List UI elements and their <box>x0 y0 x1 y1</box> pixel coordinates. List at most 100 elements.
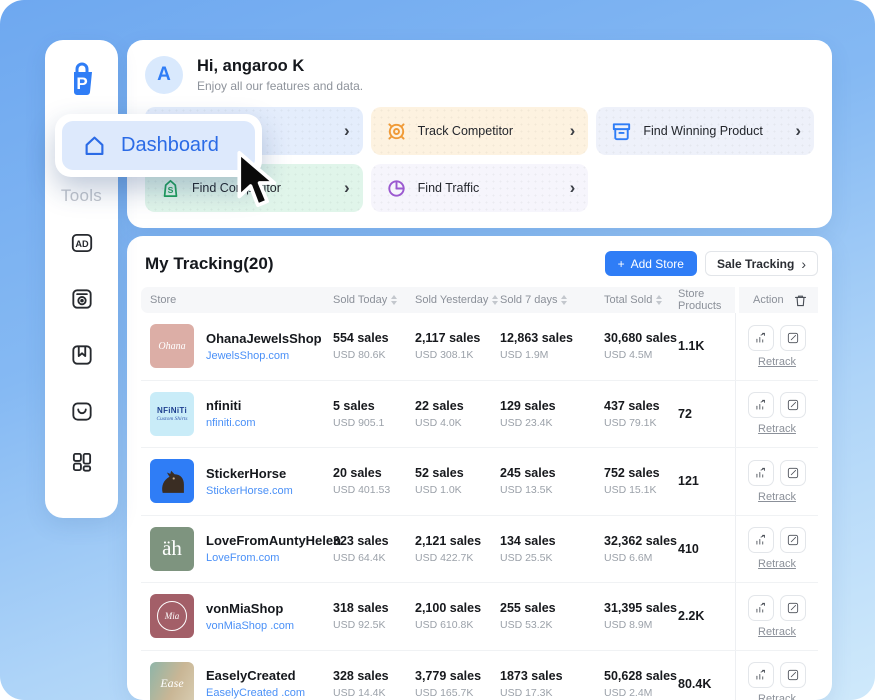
app-logo-icon[interactable]: P <box>59 56 105 107</box>
retrack-link[interactable]: Retrack <box>758 491 796 503</box>
edit-button[interactable] <box>780 595 806 621</box>
add-store-button[interactable]: + Add Store <box>605 251 697 276</box>
svg-text:S: S <box>168 184 174 194</box>
analytics-button[interactable] <box>748 527 774 553</box>
col-store-products[interactable]: Store Products <box>678 288 735 312</box>
shop-bag-icon <box>69 398 95 424</box>
trash-icon[interactable] <box>793 293 808 308</box>
pie-chart-icon <box>385 177 408 200</box>
edit-pencil-icon <box>786 601 800 615</box>
analytics-button[interactable] <box>748 662 774 688</box>
sold-today-value: 323 sales <box>333 534 415 548</box>
tracking-title: My Tracking(20) <box>145 254 274 274</box>
sidebar-item-store[interactable] <box>67 396 97 426</box>
sold-today-usd: USD 92.5K <box>333 619 415 631</box>
table-row: äh LoveFromAuntyHelen LoveFrom.com 323 s… <box>141 516 818 584</box>
store-domain-link[interactable]: JewelsShop.com <box>206 350 322 362</box>
store-products-value: 72 <box>678 407 735 421</box>
card-label: Find Traffic <box>418 181 480 195</box>
sold-yesterday-usd: USD 1.0K <box>415 484 500 496</box>
sold-7days-usd: USD 1.9M <box>500 349 604 361</box>
edit-button[interactable] <box>780 460 806 486</box>
store-domain-link[interactable]: vonMiaShop .com <box>206 620 294 632</box>
sold-today-usd: USD 905.1 <box>333 417 415 429</box>
chevron-right-icon: › <box>795 121 801 141</box>
store-products-value: 2.2K <box>678 609 735 623</box>
sold-today-usd: USD 80.6K <box>333 349 415 361</box>
store-name: EaselyCreated <box>206 668 305 683</box>
chart-bars-icon <box>754 398 768 412</box>
retrack-link[interactable]: Retrack <box>758 693 796 700</box>
store-logo <box>150 459 194 503</box>
sold-today-usd: USD 14.4K <box>333 687 415 699</box>
col-total-sold[interactable]: Total Sold <box>604 294 678 306</box>
card-track-competitor[interactable]: Track Competitor › <box>371 107 589 155</box>
chevron-right-icon: › <box>801 256 806 272</box>
analytics-button[interactable] <box>748 392 774 418</box>
total-sold-value: 437 sales <box>604 399 678 413</box>
analytics-button[interactable] <box>748 460 774 486</box>
store-domain-link[interactable]: LoveFrom.com <box>206 552 341 564</box>
sort-icon[interactable] <box>391 295 397 305</box>
total-sold-value: 32,362 sales <box>604 534 678 548</box>
sort-icon[interactable] <box>561 295 567 305</box>
sold-7days-value: 12,863 sales <box>500 331 604 345</box>
store-name: vonMiaShop <box>206 601 294 616</box>
store-domain-link[interactable]: nfiniti.com <box>206 417 256 429</box>
edit-button[interactable] <box>780 527 806 553</box>
ad-badge-icon: AD <box>75 239 89 249</box>
sold-yesterday-value: 2,100 sales <box>415 601 500 615</box>
sold-today-value: 20 sales <box>333 466 415 480</box>
card-find-winning-product[interactable]: Find Winning Product › <box>596 107 814 155</box>
sold-today-usd: USD 64.4K <box>333 552 415 564</box>
sold-yesterday-usd: USD 4.0K <box>415 417 500 429</box>
store-domain-link[interactable]: StickerHorse.com <box>206 485 293 497</box>
target-icon <box>385 120 408 143</box>
sort-icon[interactable] <box>656 295 662 305</box>
total-sold-value: 30,680 sales <box>604 331 678 345</box>
retrack-link[interactable]: Retrack <box>758 356 796 368</box>
dashboard-menu-item[interactable]: Dashboard <box>62 121 255 170</box>
col-store[interactable]: Store <box>150 294 333 306</box>
total-sold-usd: USD 8.9M <box>604 619 678 631</box>
retrack-link[interactable]: Retrack <box>758 558 796 570</box>
store-logo: NFiNiTi Custom Shirts <box>150 392 194 436</box>
sidebar-item-bookmarks[interactable] <box>67 340 97 370</box>
store-products-value: 410 <box>678 542 735 556</box>
sold-7days-value: 134 sales <box>500 534 604 548</box>
table-row: Mia vonMiaShop vonMiaShop .com 318 sales… <box>141 583 818 651</box>
edit-pencil-icon <box>786 331 800 345</box>
table-header-row: Store Sold Today Sold Yesterday Sold 7 d… <box>141 287 818 313</box>
store-logo: Ohana <box>150 324 194 368</box>
analytics-button[interactable] <box>748 325 774 351</box>
home-icon <box>81 132 108 159</box>
col-sold-yesterday[interactable]: Sold Yesterday <box>415 294 500 306</box>
shopify-bag-icon: S <box>159 177 182 200</box>
sidebar-item-product-research[interactable] <box>67 284 97 314</box>
sale-tracking-button[interactable]: Sale Tracking › <box>705 251 818 276</box>
col-sold-7days[interactable]: Sold 7 days <box>500 294 604 306</box>
card-find-traffic[interactable]: Find Traffic › <box>371 164 589 212</box>
total-sold-usd: USD 79.1K <box>604 417 678 429</box>
chart-bars-icon <box>754 668 768 682</box>
sold-7days-value: 245 sales <box>500 466 604 480</box>
avatar[interactable]: A <box>145 56 183 94</box>
chevron-right-icon: › <box>344 121 350 141</box>
sidebar-item-ads[interactable]: AD <box>67 228 97 258</box>
retrack-link[interactable]: Retrack <box>758 626 796 638</box>
analytics-button[interactable] <box>748 595 774 621</box>
sort-icon[interactable] <box>492 295 498 305</box>
table-row: Ohana OhanaJewelsShop JewelsShop.com 554… <box>141 313 818 381</box>
col-sold-today[interactable]: Sold Today <box>333 294 415 306</box>
store-domain-link[interactable]: EaselyCreated .com <box>206 687 305 699</box>
my-tracking-panel: My Tracking(20) + Add Store Sale Trackin… <box>127 236 832 700</box>
store-name: OhanaJewelsShop <box>206 331 322 346</box>
retrack-link[interactable]: Retrack <box>758 423 796 435</box>
edit-button[interactable] <box>780 662 806 688</box>
edit-button[interactable] <box>780 392 806 418</box>
store-logo: äh <box>150 527 194 571</box>
sidebar-item-apps[interactable] <box>67 447 97 477</box>
bookmark-box-icon <box>69 342 95 368</box>
store-products-value: 80.4K <box>678 677 735 691</box>
edit-button[interactable] <box>780 325 806 351</box>
